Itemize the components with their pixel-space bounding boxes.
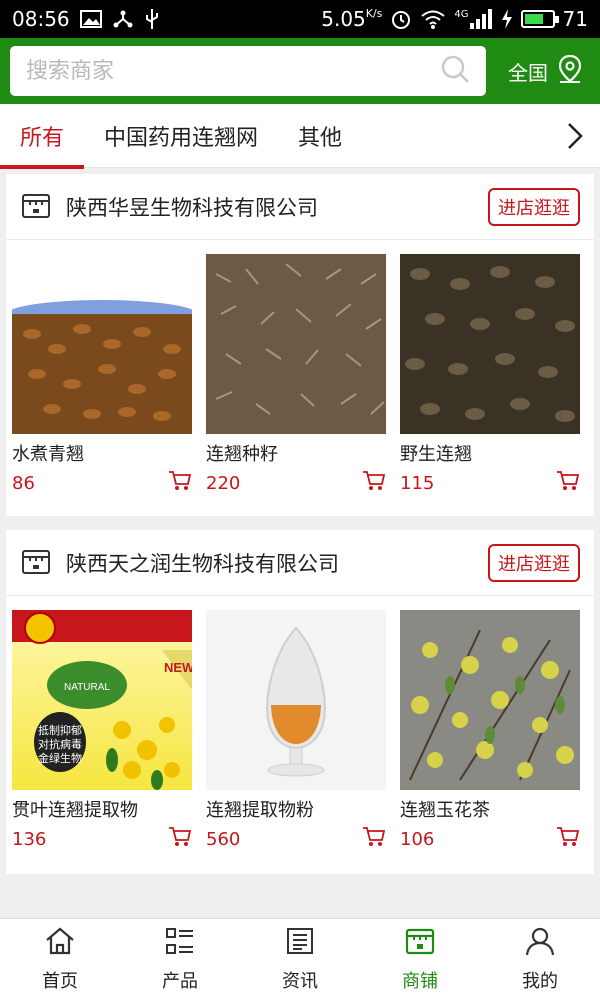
product-badge-text: 抵制抑郁 对抗病毒 金绿生物 (38, 723, 82, 765)
product-name: 连翘提取物粉 (206, 800, 314, 821)
nav-label: 资讯 (282, 971, 318, 992)
product-price: 560 (206, 828, 241, 850)
product-card[interactable]: 水煮青翘 86 (12, 254, 192, 496)
cart-icon[interactable] (168, 826, 192, 852)
product-name: 水煮青翘 (12, 444, 84, 465)
product-image (206, 610, 386, 790)
tab-other[interactable]: 其他 (278, 104, 362, 168)
product-name: 贯叶连翘提取物 (12, 800, 138, 821)
bottom-nav: 首页 产品 资讯 商铺 我的 (0, 918, 600, 1000)
category-tabs: 所有 中国药用连翘网 其他 (0, 104, 600, 169)
usb-icon (144, 8, 160, 30)
svg-text:NEW: NEW (164, 660, 192, 675)
product-price: 136 (12, 828, 47, 850)
home-icon (44, 926, 76, 961)
store-header[interactable]: 陕西天之润生物科技有限公司 进店逛逛 (6, 530, 594, 596)
location-pin-icon (556, 54, 584, 89)
product-image (400, 610, 580, 790)
nav-products[interactable]: 产品 (120, 919, 240, 1000)
tab-forsythia-net[interactable]: 中国药用连翘网 (84, 104, 278, 168)
product-price: 115 (400, 472, 435, 494)
svg-text:对抗病毒: 对抗病毒 (38, 737, 82, 751)
alarm-icon (390, 8, 412, 30)
gallery-icon (79, 10, 102, 28)
enter-store-button[interactable]: 进店逛逛 (488, 187, 580, 226)
wifi-icon (420, 9, 446, 29)
product-price: 220 (206, 472, 241, 494)
product-image (400, 254, 580, 434)
store-name: 陕西天之润生物科技有限公司 (66, 551, 339, 576)
product-image (12, 254, 192, 434)
cart-icon[interactable] (168, 470, 192, 496)
nav-profile[interactable]: 我的 (480, 919, 600, 1000)
product-price: 106 (400, 828, 435, 850)
cart-icon[interactable] (556, 826, 580, 852)
tab-all[interactable]: 所有 (0, 104, 85, 169)
cart-icon[interactable] (556, 470, 580, 496)
product-image: NATURAL NEW 抵制抑郁 对抗病毒 金绿生物 (12, 610, 192, 790)
status-bar: 08:56 5.05K/s 4G 71 (0, 0, 600, 38)
nav-stores[interactable]: 商铺 (360, 919, 480, 1000)
store-icon (20, 189, 52, 225)
header: 全国 (0, 38, 600, 104)
product-card[interactable]: 野生连翘 115 (400, 254, 580, 496)
grid-list-icon (164, 926, 196, 961)
product-card[interactable]: 连翘种籽 220 (206, 254, 386, 496)
nav-label: 商铺 (402, 971, 438, 992)
product-card[interactable]: 连翘提取物粉 560 (206, 610, 386, 852)
product-card[interactable]: 连翘玉花茶 106 (400, 610, 580, 852)
status-time: 08:56 (12, 7, 70, 31)
user-icon (524, 926, 556, 961)
svg-text:NATURAL: NATURAL (64, 682, 110, 693)
cart-icon[interactable] (362, 826, 386, 852)
nav-label: 首页 (42, 971, 78, 992)
store-icon (404, 926, 436, 961)
store-icon (20, 545, 52, 581)
nav-news[interactable]: 资讯 (240, 919, 360, 1000)
search-box[interactable] (10, 46, 486, 96)
nav-home[interactable]: 首页 (0, 919, 120, 1000)
product-name: 连翘玉花茶 (400, 800, 490, 821)
store-header[interactable]: 陕西华昱生物科技有限公司 进店逛逛 (6, 174, 594, 240)
store-name: 陕西华昱生物科技有限公司 (66, 195, 318, 220)
enter-store-button[interactable]: 进店逛逛 (488, 543, 580, 582)
product-name: 连翘种籽 (206, 444, 278, 465)
region-selector[interactable]: 全国 (508, 54, 590, 89)
share-icon (112, 9, 134, 29)
charging-icon (501, 9, 513, 29)
battery-level: 71 (562, 7, 588, 31)
news-icon (284, 926, 316, 961)
nav-label: 产品 (162, 971, 198, 992)
region-label: 全国 (508, 60, 548, 85)
product-card[interactable]: NATURAL NEW 抵制抑郁 对抗病毒 金绿生物 贯叶连翘提取物 136 (12, 610, 192, 852)
product-image (206, 254, 386, 434)
search-icon[interactable] (440, 54, 470, 88)
product-price: 86 (12, 472, 35, 494)
store-card: 陕西天之润生物科技有限公司 进店逛逛 NATURAL NEW 抵制抑郁 对抗病毒… (6, 530, 594, 874)
store-card: 陕西华昱生物科技有限公司 进店逛逛 水煮青翘 86 连翘种籽 220 野生连翘 … (6, 174, 594, 516)
battery-icon (520, 10, 559, 28)
chevron-right-icon[interactable] (560, 120, 590, 152)
product-name: 野生连翘 (400, 444, 472, 465)
cart-icon[interactable] (362, 470, 386, 496)
svg-text:抵制抑郁: 抵制抑郁 (38, 723, 82, 737)
svg-text:金绿生物: 金绿生物 (38, 751, 82, 765)
network-speed: 5.05K/s (321, 7, 383, 31)
search-input[interactable] (26, 58, 440, 84)
nav-label: 我的 (522, 971, 558, 992)
signal-icon: 4G (454, 9, 492, 29)
